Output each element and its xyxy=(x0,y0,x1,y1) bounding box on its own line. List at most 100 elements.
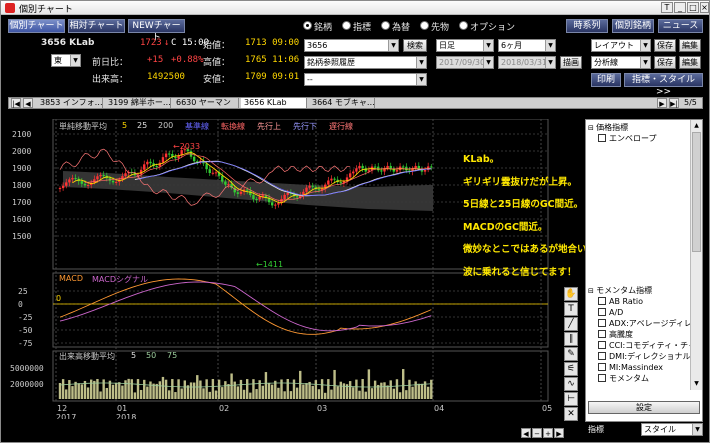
volume-bar xyxy=(311,385,314,399)
candle-body xyxy=(308,185,311,188)
stock-tabs: 3853 インフォ… 3199 綿半ホー… 6630 ヤーマン 3656 KLab 36… xyxy=(37,98,377,108)
radio-3[interactable] xyxy=(420,21,429,30)
volume-bar xyxy=(171,379,174,399)
zoom-in-icon[interactable]: + xyxy=(543,428,553,438)
scroll-right-icon[interactable]: ▶ xyxy=(554,428,564,438)
candle-body xyxy=(414,165,417,169)
prev-tab-icon[interactable]: ◀ xyxy=(23,98,33,108)
timeseries-button[interactable]: 時系列 xyxy=(566,19,608,33)
checkbox[interactable] xyxy=(598,319,606,327)
volume-bar xyxy=(239,379,243,399)
checkbox[interactable] xyxy=(598,374,606,382)
zoom-out-icon[interactable]: − xyxy=(532,428,542,438)
stock-tab[interactable]: 6630 ヤーマン xyxy=(173,98,239,108)
search-button[interactable]: 検索 xyxy=(403,39,427,52)
candle-body xyxy=(68,179,71,183)
stock-code-input[interactable]: 3656 ▼ xyxy=(304,39,399,52)
history-select[interactable]: 銘柄参照履歴 ▼ xyxy=(304,56,427,69)
indicator-style-button[interactable]: 指標・スタイル>> xyxy=(624,73,703,97)
checkbox[interactable] xyxy=(598,297,606,305)
indicator-item[interactable]: AB Ratio xyxy=(588,296,690,307)
layout-save-button[interactable]: 保存 xyxy=(654,39,676,52)
volume-bar xyxy=(414,381,417,399)
scroll-left-icon[interactable]: ◀ xyxy=(521,428,531,438)
scroll-up-icon[interactable]: ▲ xyxy=(691,120,702,131)
checkbox[interactable] xyxy=(598,134,606,142)
radio-1[interactable] xyxy=(342,21,351,30)
tab-relative-chart[interactable]: 相対チャート xyxy=(68,19,125,33)
volume-bar xyxy=(358,390,361,399)
indicator-item[interactable]: A/D xyxy=(588,307,690,318)
market-select[interactable]: 東 ▼ xyxy=(51,54,81,67)
eraser-icon[interactable]: ✕ xyxy=(564,407,578,421)
radio-0[interactable] xyxy=(303,21,312,30)
sub-select[interactable]: -- ▼ xyxy=(304,73,427,86)
layout-edit-button[interactable]: 編集 xyxy=(679,39,701,52)
hand-icon[interactable]: ✋ xyxy=(564,287,578,301)
range-select[interactable]: 6ヶ月 ▼ xyxy=(498,39,556,52)
radio-label: 為替 xyxy=(392,23,411,33)
tab-new-chart[interactable]: NEWチャート xyxy=(128,19,185,43)
next-tab-icon[interactable]: ▶ xyxy=(657,98,667,108)
draw-button[interactable]: 描画 xyxy=(560,56,582,69)
indicator-item[interactable]: CCI:コモディティ・チャ xyxy=(588,340,690,351)
trendline-icon[interactable]: ╱ xyxy=(564,317,578,331)
indicator-item[interactable]: DMI:ディレクショナル xyxy=(588,351,690,362)
minimize-icon[interactable]: _ xyxy=(674,2,686,13)
price-indicator-group-title[interactable]: ⊟ 価格指標 xyxy=(588,122,688,133)
fibonacci-icon[interactable]: ⚟ xyxy=(564,362,578,376)
last-tab-icon[interactable]: ▶| xyxy=(669,98,679,108)
scroll-thumb[interactable] xyxy=(692,132,701,252)
radio-2[interactable] xyxy=(381,21,390,30)
chevron-down-icon: ▼ xyxy=(692,424,702,435)
indicator-item[interactable]: エンベロープ xyxy=(588,133,688,144)
print-button[interactable]: 印刷 xyxy=(591,73,621,87)
individual-stock-button[interactable]: 個別銘柄 xyxy=(612,19,654,33)
checkbox[interactable] xyxy=(598,352,606,360)
radio-4[interactable] xyxy=(459,21,468,30)
maximize-icon[interactable]: □ xyxy=(687,2,699,13)
analysis-save-button[interactable]: 保存 xyxy=(654,56,676,69)
volume-bar xyxy=(402,369,405,399)
volume-bar xyxy=(71,386,74,399)
stock-tab[interactable]: 3664 モブキャ… xyxy=(309,98,375,108)
stock-tab[interactable]: 3656 KLab xyxy=(241,98,307,108)
indicator-item[interactable]: 高騰度 xyxy=(588,329,690,340)
analysis-edit-button[interactable]: 編集 xyxy=(679,56,701,69)
cycle-tool-icon[interactable]: ∿ xyxy=(564,377,578,391)
indicator-item[interactable]: モメンタム xyxy=(588,373,690,384)
stock-tab[interactable]: 3853 インフォ… xyxy=(37,98,103,108)
ruler-icon[interactable]: ⊢ xyxy=(564,392,578,406)
macd-zero-label: 0 xyxy=(56,294,61,303)
parallel-line-icon[interactable]: ∥ xyxy=(564,332,578,346)
scroll-down-icon[interactable]: ▼ xyxy=(691,378,702,389)
interval-select[interactable]: 日足 ▼ xyxy=(436,39,494,52)
stock-tab[interactable]: 3199 綿半ホー… xyxy=(105,98,171,108)
pencil-icon[interactable]: ✎ xyxy=(564,347,578,361)
news-button[interactable]: ニュース xyxy=(658,19,703,33)
candle-body xyxy=(227,184,230,186)
layout-select[interactable]: レイアウト ▼ xyxy=(591,39,651,52)
text-tool-icon[interactable]: T xyxy=(564,302,578,316)
checkbox[interactable] xyxy=(598,330,606,338)
checkbox[interactable] xyxy=(598,308,606,316)
style-select[interactable]: スタイル ▼ xyxy=(641,423,703,436)
analysis-select[interactable]: 分析線 ▼ xyxy=(591,56,651,69)
indicator-item[interactable]: MI:Massindex xyxy=(588,362,690,373)
legend-item: MACDシグナル xyxy=(92,275,148,284)
from-date-field[interactable]: 2017/09/30 ▼ xyxy=(436,56,494,69)
momentum-indicator-group-title[interactable]: ⊟ モメンタム指標 xyxy=(588,285,688,296)
volume-bar xyxy=(105,387,108,399)
help-icon[interactable]: T xyxy=(661,2,673,13)
indicator-item[interactable]: ADX:アベレージディレ xyxy=(588,318,690,329)
close-icon[interactable]: × xyxy=(700,2,709,13)
volume-bar xyxy=(77,383,80,399)
to-date-field[interactable]: 2018/03/31 ▼ xyxy=(498,56,556,69)
indicator-scrollbar[interactable]: ▲ ▼ xyxy=(690,120,702,390)
settings-button[interactable]: 設定 xyxy=(588,401,700,414)
checkbox[interactable] xyxy=(598,363,606,371)
first-tab-icon[interactable]: |◀ xyxy=(11,98,21,108)
checkbox[interactable] xyxy=(598,341,606,349)
indicator-label: A/D xyxy=(609,308,624,317)
tab-individual-chart[interactable]: 個別チャート xyxy=(8,19,65,33)
